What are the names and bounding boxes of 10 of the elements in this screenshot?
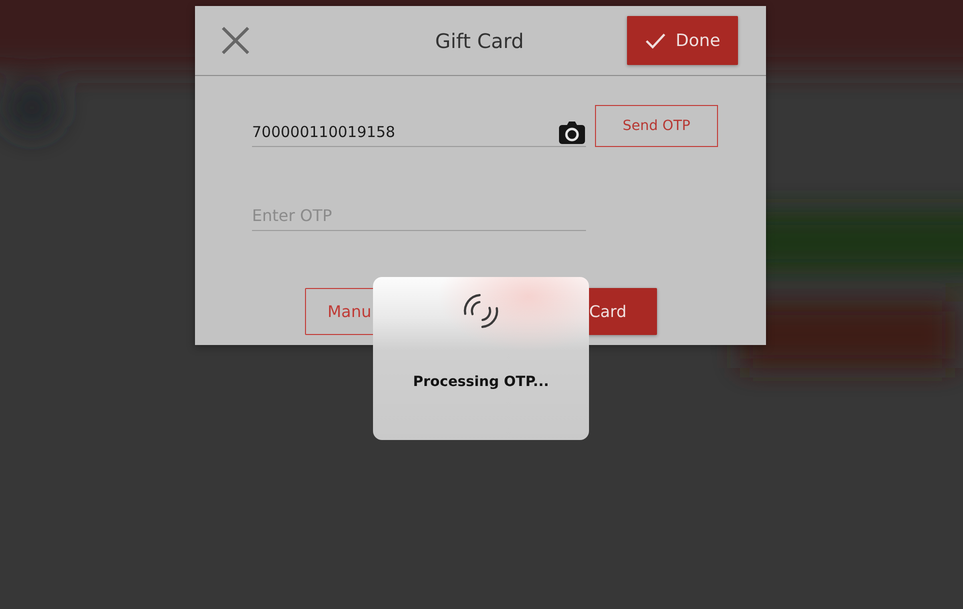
card-number-field[interactable]: 700000110019158 (252, 119, 586, 147)
done-button[interactable]: Done (627, 16, 738, 65)
check-icon (644, 32, 666, 48)
processing-message: Processing OTP... (412, 374, 549, 390)
close-icon[interactable] (221, 26, 250, 55)
dialog-title: Gift Card (435, 28, 524, 52)
otp-field[interactable]: Enter OTP (252, 203, 586, 231)
send-otp-button[interactable]: Send OTP (595, 105, 718, 147)
camera-icon[interactable] (559, 120, 585, 144)
spinner-icon (462, 292, 500, 330)
